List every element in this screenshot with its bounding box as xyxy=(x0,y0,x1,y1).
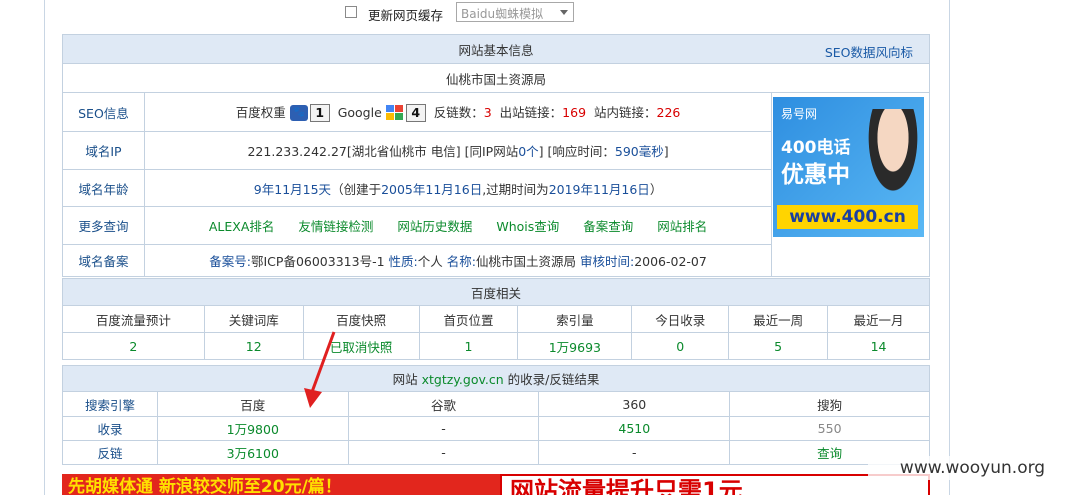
site-name: 仙桃市国土资源局 xyxy=(62,63,930,93)
baidu-col: 最近一周 xyxy=(728,305,829,333)
age-row: 9年11月15天（创建于2005年11月16日,过期时间为2019年11月16日… xyxy=(143,169,773,207)
baidu-backlinks[interactable]: 3万6100 xyxy=(156,440,349,465)
baidu-index[interactable]: 1万9693 xyxy=(517,332,633,360)
expire-date: 2019年11月16日 xyxy=(548,181,650,197)
baidu-week[interactable]: 5 xyxy=(728,332,829,360)
baidu-col: 关键词库 xyxy=(203,305,304,333)
more-links: ALEXA排名 友情链接检测 网站历史数据 Whois查询 备案查询 网站排名 xyxy=(143,206,773,245)
baidu-weight[interactable]: 1 xyxy=(309,104,330,123)
index-col: 搜索引擎 xyxy=(62,391,158,417)
ad-banner-traffic[interactable]: 网站流量提升只需1元 xyxy=(500,474,930,495)
index-col: 搜狗 xyxy=(729,391,930,417)
baidu-keywords[interactable]: 12 xyxy=(203,332,304,360)
baidu-col: 首页位置 xyxy=(418,305,519,333)
icp-query-link[interactable]: 备案查询 xyxy=(583,219,633,234)
site-info-header: 网站基本信息 SEO数据风向标 xyxy=(62,34,930,64)
same-ip-count[interactable]: 0个 xyxy=(518,144,538,159)
icp-row: 备案号:鄂ICP备06003313号-1 性质:个人 名称:仙桃市国土资源局 审… xyxy=(143,244,773,277)
alexa-link[interactable]: ALEXA排名 xyxy=(209,219,275,234)
baidu-table: 百度相关 百度流量预计 关键词库 百度快照 首页位置 索引量 今日收录 最近一周… xyxy=(62,278,930,360)
baidu-col: 百度流量预计 xyxy=(62,305,205,333)
refresh-cache-label: 更新网页缓存 xyxy=(368,8,444,23)
spider-simulate-select[interactable]: Baidu蜘蛛模拟 xyxy=(456,2,574,22)
history-data-link[interactable]: 网站历史数据 xyxy=(397,219,472,234)
baidu-col: 最近一月 xyxy=(827,305,930,333)
backlink-label: 反链 xyxy=(62,440,158,465)
inbound-links[interactable]: 226 xyxy=(657,105,681,120)
top-toolbar: 更新网页缓存 Baidu蜘蛛模拟 xyxy=(0,0,1077,28)
chevron-down-icon xyxy=(560,10,568,15)
ad-line2: 优惠中 xyxy=(781,162,850,188)
table-row: 反链 3万6100 - - 查询 xyxy=(62,440,930,465)
360-indexed[interactable]: 4510 xyxy=(538,416,731,441)
index-col: 360 xyxy=(538,391,731,417)
icp-label: 域名备案 xyxy=(62,244,145,277)
baidu-month[interactable]: 14 xyxy=(827,332,930,360)
baidu-today[interactable]: 0 xyxy=(631,332,730,360)
domain-link[interactable]: xtgtzy.gov.cn xyxy=(422,372,504,387)
whois-link[interactable]: Whois查询 xyxy=(496,219,559,234)
index-col: 谷歌 xyxy=(347,391,540,417)
baidu-traffic: 2 xyxy=(62,332,205,360)
red-arrow-annotation xyxy=(304,331,336,408)
baidu-paw-icon: 🐾 xyxy=(289,105,308,122)
seo-trend-link[interactable]: SEO数据风向标 xyxy=(825,42,913,61)
360-backlinks: - xyxy=(538,440,731,465)
ad-brand: 易号网 xyxy=(781,107,818,121)
domain-age: 9年11月15天 xyxy=(253,181,332,197)
google-backlinks: - xyxy=(347,440,540,465)
google-pr-icon xyxy=(385,105,404,121)
ad-banner-400[interactable]: 易号网 400电话 优惠中 www.400.cn xyxy=(773,97,924,237)
ip-label: 域名IP xyxy=(62,131,145,170)
index-header: 网站 xtgtzy.gov.cn 的收录/反链结果 xyxy=(62,365,930,392)
indexed-label: 收录 xyxy=(62,416,158,441)
backlinks-count[interactable]: 3 xyxy=(484,105,492,120)
refresh-cache-checkbox[interactable] xyxy=(345,6,357,18)
sogou-indexed[interactable]: 550 xyxy=(729,416,930,441)
response-time: 590毫秒 xyxy=(614,144,664,159)
table-row: 收录 1万9800 - 4510 550 xyxy=(62,416,930,441)
baidu-col: 今日收录 xyxy=(631,305,730,333)
created-date: 2005年11月16日 xyxy=(381,181,483,197)
ad-person-image xyxy=(862,109,924,205)
seo-label: SEO信息 xyxy=(62,92,145,132)
friend-link-check[interactable]: 友情链接检测 xyxy=(298,219,373,234)
ad-url: www.400.cn xyxy=(777,205,918,229)
google-indexed: - xyxy=(347,416,540,441)
outbound-links[interactable]: 169 xyxy=(562,105,586,120)
index-table: 网站 xtgtzy.gov.cn 的收录/反链结果 搜索引擎 百度 谷歌 360… xyxy=(62,365,930,465)
ad-banner-media[interactable]: 先胡媒体通 新浪较交师至20元/篇！ xyxy=(62,474,500,495)
age-label: 域名年龄 xyxy=(62,169,145,207)
google-pr[interactable]: 4 xyxy=(405,104,426,123)
baidu-col: 索引量 xyxy=(517,305,633,333)
watermark: www.wooyun.org xyxy=(868,456,1077,480)
baidu-indexed[interactable]: 1万9800 xyxy=(156,416,349,441)
site-rank-link[interactable]: 网站排名 xyxy=(657,219,707,234)
ip-row: 221.233.242.27[湖北省仙桃市 电信] [同IP网站0个] [响应时… xyxy=(143,131,773,170)
bottom-ad-banners: 先胡媒体通 新浪较交师至20元/篇！ 网站流量提升只需1元 xyxy=(62,474,930,495)
baidu-header: 百度相关 xyxy=(62,278,930,306)
more-label: 更多查询 xyxy=(62,206,145,245)
seo-row: 百度权重 🐾 1 Google 4 反链数：3 出站链接：169 站内链接：226 xyxy=(143,92,773,132)
baidu-home-position: 1 xyxy=(418,332,519,360)
